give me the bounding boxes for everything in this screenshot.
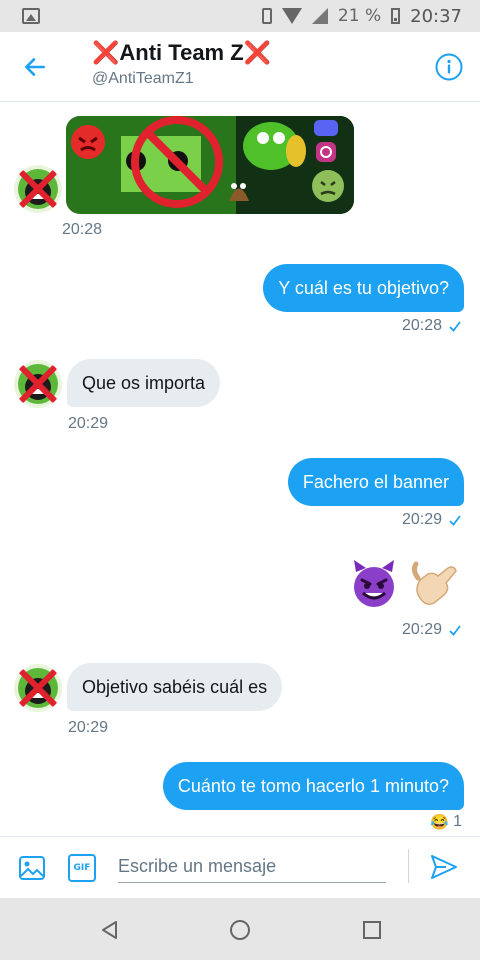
laughing-reaction-emoji: 😂 xyxy=(430,814,450,831)
circle-home-icon xyxy=(230,920,250,940)
back-button[interactable] xyxy=(18,50,52,84)
message-bubble-outgoing[interactable]: Y cuál es tu objetivo? xyxy=(263,264,464,312)
message-reaction[interactable]: 😂 1 xyxy=(430,813,462,831)
message-bubble-outgoing[interactable]: Cuánto te tomo hacerlo 1 minuto? xyxy=(162,762,464,810)
vibrate-icon xyxy=(261,8,272,24)
clock: 20:37 xyxy=(410,5,462,27)
check-icon xyxy=(449,625,461,636)
nav-home-button[interactable] xyxy=(228,918,252,942)
conversation-header: ❌Anti Team Z❌ @AntiTeamZ1 xyxy=(0,32,480,102)
avatar-image xyxy=(14,360,62,408)
gif-button[interactable]: GIF xyxy=(68,854,96,882)
composer-divider xyxy=(408,849,409,883)
nav-back-button[interactable] xyxy=(98,918,122,942)
info-icon xyxy=(435,53,463,81)
system-navigation-bar xyxy=(0,898,480,960)
image-icon xyxy=(19,856,45,880)
check-icon xyxy=(449,515,461,526)
arrow-left-icon xyxy=(25,58,45,76)
battery-icon xyxy=(391,8,401,24)
check-icon xyxy=(449,321,461,332)
square-recents-icon xyxy=(363,921,381,939)
message-input[interactable] xyxy=(118,851,386,883)
add-image-button[interactable] xyxy=(18,854,46,882)
message-time: 20:29 xyxy=(401,511,442,528)
message-time: 20:28 xyxy=(62,221,103,238)
message-time: 20:29 xyxy=(68,415,109,432)
smiling-devil-emoji xyxy=(354,560,394,607)
red-x-mark-left: ❌ xyxy=(92,40,120,65)
conversation-name: Anti Team Z xyxy=(119,40,244,65)
message-time: 20:28 xyxy=(401,317,442,334)
sender-avatar[interactable] xyxy=(14,664,62,712)
red-x-mark-right: ❌ xyxy=(243,40,272,65)
send-icon xyxy=(431,855,457,879)
nav-recents-button[interactable] xyxy=(360,918,384,942)
message-meta: 20:29 xyxy=(402,621,462,639)
status-bar: 21 % 20:37 xyxy=(0,0,480,32)
message-time: 20:29 xyxy=(401,621,442,638)
message-composer: GIF xyxy=(0,836,480,898)
message-meta: 20:28 xyxy=(402,317,462,335)
conversation-title[interactable]: ❌Anti Team Z❌ xyxy=(92,40,271,66)
battery-percent: 21 % xyxy=(337,6,382,26)
signal-icon xyxy=(311,8,328,24)
sender-avatar[interactable] xyxy=(14,360,62,408)
send-button[interactable] xyxy=(428,851,460,883)
message-bubble-outgoing[interactable]: Fachero el banner xyxy=(287,458,464,506)
gif-icon: GIF xyxy=(73,863,91,873)
message-bubble-incoming[interactable]: Objetivo sabéis cuál es xyxy=(67,663,283,711)
call-me-hand-emoji xyxy=(411,561,457,605)
sender-avatar[interactable] xyxy=(14,165,62,213)
avatar-image xyxy=(14,664,62,712)
triangle-back-icon xyxy=(102,921,117,939)
banner-image[interactable] xyxy=(66,116,354,214)
reaction-count: 1 xyxy=(453,813,462,830)
gallery-notification-icon xyxy=(22,8,40,24)
message-meta: 20:29 xyxy=(402,511,462,529)
conversation-handle: @AntiTeamZ1 xyxy=(92,70,194,87)
banner-artwork xyxy=(66,116,354,214)
avatar-image xyxy=(14,165,62,213)
wifi-icon xyxy=(281,8,302,24)
emoji-message[interactable] xyxy=(348,558,460,610)
info-button[interactable] xyxy=(434,52,464,82)
message-bubble-incoming[interactable]: Que os importa xyxy=(67,359,221,407)
message-time: 20:29 xyxy=(68,719,109,736)
